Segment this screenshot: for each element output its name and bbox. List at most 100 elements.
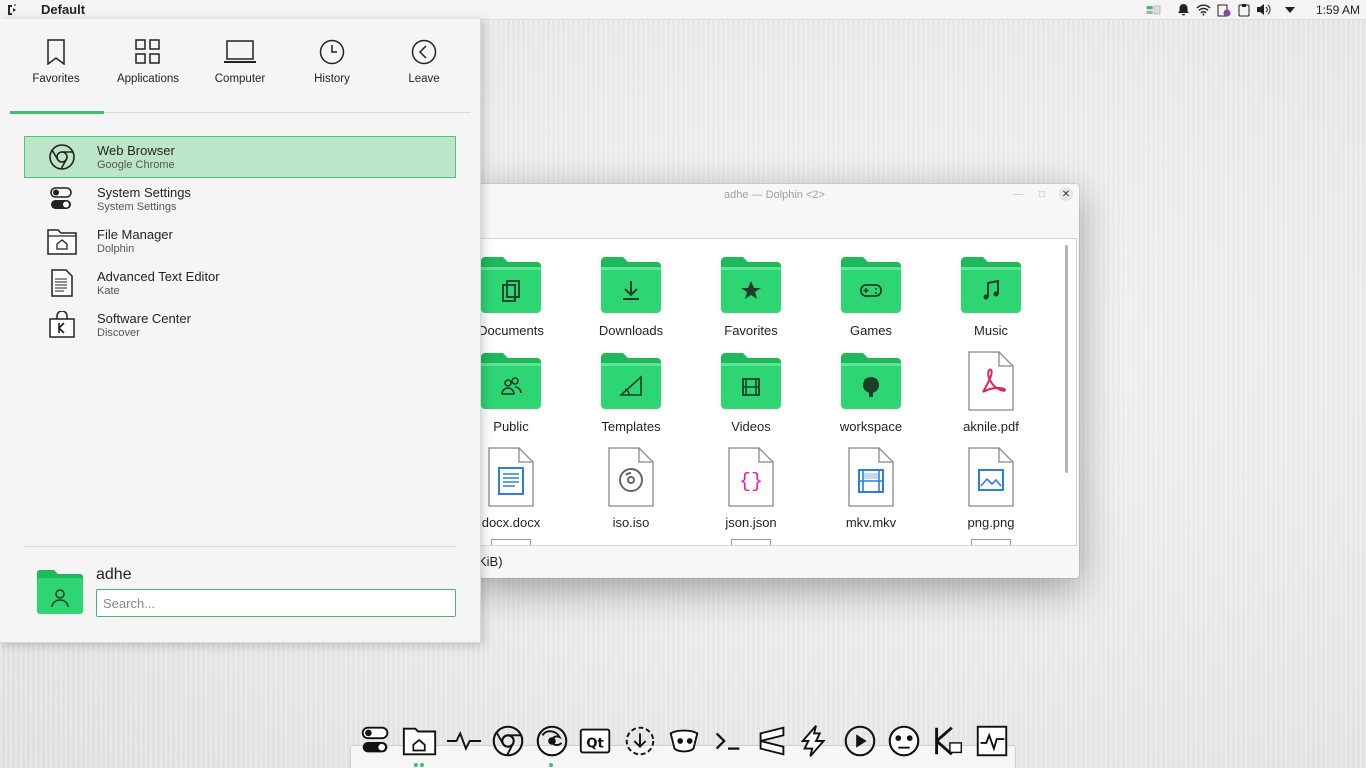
qt-creator-icon[interactable]: Qt	[576, 721, 616, 761]
file-name: Templates	[601, 419, 661, 434]
tab-history[interactable]: History	[286, 19, 378, 113]
file-item-partial[interactable]	[971, 539, 1011, 545]
file-pdf-icon	[959, 349, 1023, 413]
tab-applications[interactable]: Applications	[102, 19, 194, 113]
file-name: Games	[850, 323, 892, 338]
favorite-system-settings[interactable]: System Settings System Settings	[24, 178, 456, 220]
file-item-favorites[interactable]: Favorites	[701, 253, 801, 345]
file-png-icon	[959, 445, 1023, 509]
expand-tray-icon[interactable]	[1282, 2, 1298, 18]
folder-music-icon	[959, 253, 1023, 317]
dolphin-window[interactable]: adhe — Dolphin <2> — □ ✕ Documents Downlo…	[470, 184, 1079, 578]
software-center-icon	[47, 310, 77, 340]
close-button[interactable]: ✕	[1059, 187, 1073, 201]
inkscape-icon[interactable]	[796, 721, 836, 761]
search-input[interactable]	[96, 589, 456, 617]
tab-leave[interactable]: Leave	[378, 19, 470, 113]
wifi-icon[interactable]	[1196, 2, 1212, 18]
file-mkv-icon	[839, 445, 903, 509]
folder-people-icon	[479, 349, 543, 413]
activity-name[interactable]: Default	[41, 2, 85, 17]
favorite-name: File Manager	[97, 227, 173, 242]
running-indicator	[420, 763, 424, 767]
svg-text:Qt: Qt	[586, 737, 604, 752]
running-indicator	[414, 763, 418, 767]
file-item-iso-iso[interactable]: iso.iso	[581, 445, 681, 537]
clock[interactable]: 1:59 AM	[1316, 3, 1360, 17]
user-name: adhe	[96, 566, 132, 583]
file-docx-icon	[479, 445, 543, 509]
file-name: Documents	[478, 323, 544, 338]
status-text: KiB)	[478, 553, 503, 569]
chrome-icon[interactable]	[488, 721, 528, 761]
file-item-documents[interactable]: Documents	[470, 253, 561, 345]
file-name: Downloads	[598, 323, 664, 338]
file-item-mkv-mkv[interactable]: mkv.mkv	[821, 445, 921, 537]
file-name: mkv.mkv	[845, 515, 897, 530]
file-item-games[interactable]: Games	[821, 253, 921, 345]
terminal-icon[interactable]	[708, 721, 748, 761]
software-update-icon[interactable]	[620, 721, 660, 761]
favorite-web-browser[interactable]: Web Browser Google Chrome	[24, 136, 456, 178]
volume-icon[interactable]	[1256, 2, 1272, 18]
file-manager-icon[interactable]	[400, 721, 440, 761]
media-player-icon[interactable]	[840, 721, 880, 761]
running-indicator	[549, 763, 553, 767]
window-titlebar[interactable]: adhe — Dolphin <2> — □ ✕	[470, 184, 1079, 206]
window-title: adhe — Dolphin <2>	[724, 189, 825, 201]
file-item-json-json[interactable]: {} json.json	[701, 445, 801, 537]
favorite-file-manager[interactable]: File Manager Dolphin	[24, 220, 456, 262]
file-item-aknile-pdf[interactable]: aknile.pdf	[941, 349, 1041, 441]
favorite-name: System Settings	[97, 185, 191, 200]
device-notifier-icon[interactable]	[1216, 2, 1232, 18]
minimize-button[interactable]: —	[1011, 187, 1025, 201]
file-item-png-png[interactable]: png.png	[941, 445, 1041, 537]
launcher-menu-button[interactable]	[2, 0, 22, 20]
kdenlive-icon[interactable]	[928, 721, 968, 761]
favorite-name: Web Browser	[97, 143, 175, 158]
file-item-partial[interactable]	[491, 539, 531, 545]
firefox-icon[interactable]	[532, 721, 572, 761]
system-settings-icon[interactable]	[356, 721, 396, 761]
folder-templates-icon	[599, 349, 663, 413]
svg-text:{}: {}	[739, 471, 763, 494]
file-item-music[interactable]: Music	[941, 253, 1041, 345]
notification-bell-icon[interactable]	[1176, 2, 1192, 18]
favorite-text-editor[interactable]: Advanced Text Editor Kate	[24, 262, 456, 304]
applications-grid-icon	[135, 39, 160, 64]
application-launcher: Favorites Applications Computer History …	[0, 19, 481, 643]
vertical-scrollbar[interactable]	[1065, 245, 1068, 473]
tab-label: Applications	[116, 73, 179, 85]
ksysguard-icon[interactable]	[972, 721, 1012, 761]
file-view[interactable]: Documents Downloads Favorites Games Music Pub…	[470, 238, 1077, 546]
game-icon[interactable]	[884, 721, 924, 761]
favorite-name: Software Center	[97, 311, 191, 326]
favorite-software-center[interactable]: Software Center Discover	[24, 304, 456, 346]
file-item-downloads[interactable]: Downloads	[581, 253, 681, 345]
vpn-icon[interactable]	[1146, 2, 1162, 18]
favorite-name: Advanced Text Editor	[97, 269, 220, 284]
folder-film-icon	[719, 349, 783, 413]
favorite-subtitle: Discover	[97, 327, 140, 339]
sublime-text-icon[interactable]	[752, 721, 792, 761]
favorite-subtitle: Dolphin	[97, 243, 135, 255]
folder-documents-icon	[479, 253, 543, 317]
file-item-partial[interactable]	[731, 539, 771, 545]
user-avatar[interactable]	[36, 569, 84, 615]
file-item-public[interactable]: Public	[470, 349, 561, 441]
tab-favorites[interactable]: Favorites	[10, 19, 104, 114]
file-name: Public	[493, 419, 529, 434]
file-item-videos[interactable]: Videos	[701, 349, 801, 441]
favorite-subtitle: Google Chrome	[97, 159, 175, 171]
system-monitor-icon[interactable]	[444, 721, 484, 761]
favorite-subtitle: Kate	[97, 285, 120, 297]
tab-computer[interactable]: Computer	[194, 19, 286, 113]
gimp-icon[interactable]	[664, 721, 704, 761]
file-item-workspace[interactable]: workspace	[821, 349, 921, 441]
dock-icons: Qt	[356, 721, 1012, 761]
file-item-templates[interactable]: Templates	[581, 349, 681, 441]
file-item-docx-docx[interactable]: docx.docx	[470, 445, 561, 537]
tab-label: History	[314, 73, 350, 85]
maximize-button[interactable]: □	[1035, 187, 1049, 201]
clipboard-icon[interactable]	[1236, 2, 1252, 18]
